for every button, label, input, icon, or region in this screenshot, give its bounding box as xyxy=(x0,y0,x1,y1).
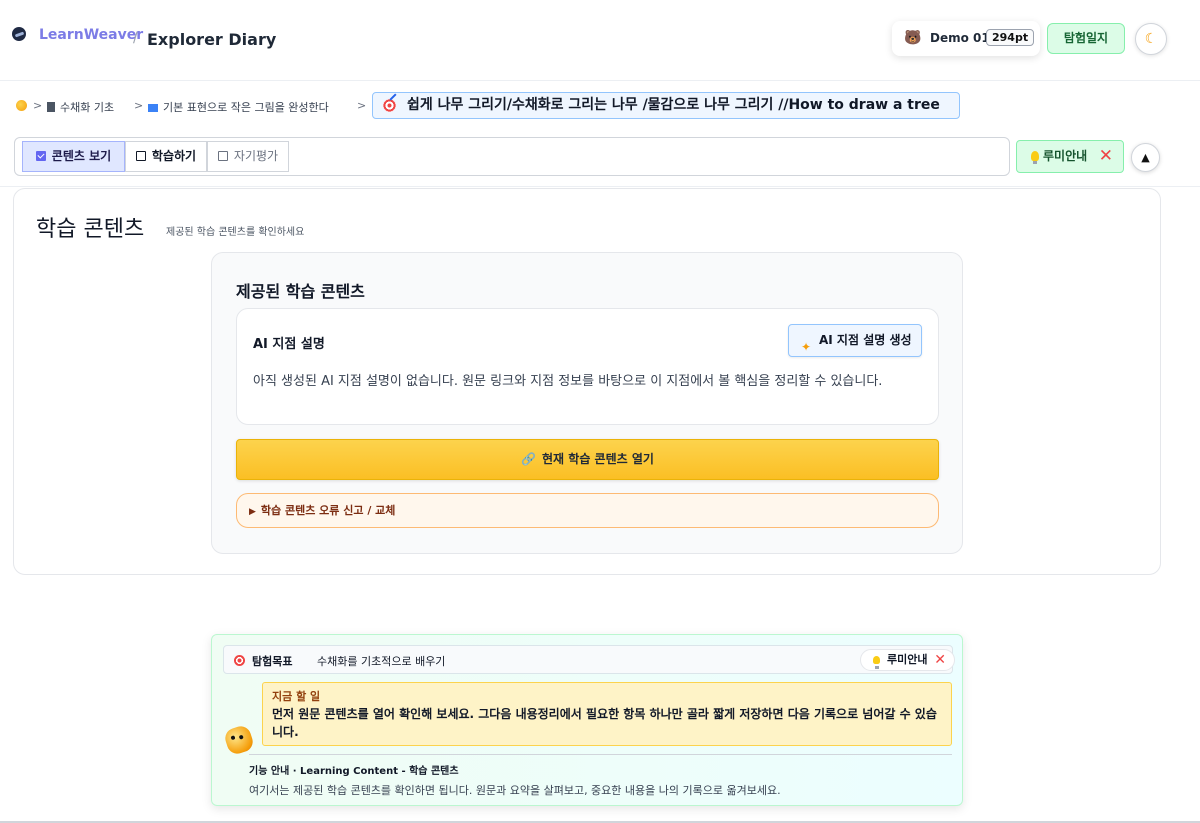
book-icon xyxy=(47,102,55,112)
todo-callout: 지금 할 일 먼저 원문 콘텐츠를 열어 확인해 보세요. 그다음 내용정리에서… xyxy=(262,682,952,746)
user-profile-pill[interactable]: 🐻 Demo 01 294pt xyxy=(892,21,1040,56)
learning-content-card: 학습 콘텐츠 제공된 학습 콘텐츠를 확인하세요 제공된 학습 콘텐츠 AI 지… xyxy=(13,188,1161,575)
report-content-toggle[interactable]: ▶ 학습 콘텐츠 오류 신고 / 교체 xyxy=(236,493,939,528)
header-separator: / xyxy=(133,30,138,46)
lumi-guide-button[interactable]: 루미안내 ✕ xyxy=(1016,140,1124,173)
theme-toggle-button[interactable]: ☾ xyxy=(1135,23,1167,55)
mode-tabs: 콘텐츠 보기 학습하기 자기평가 xyxy=(14,137,1010,176)
map-icon xyxy=(148,104,158,112)
ai-explanation-title: AI 지점 설명 xyxy=(253,337,325,352)
journal-button[interactable]: 탐험일지 xyxy=(1047,23,1125,54)
checkbox-icon xyxy=(135,151,146,161)
points-badge: 294pt xyxy=(986,29,1035,46)
breadcrumb-item[interactable]: 수채화 기초 xyxy=(47,99,114,115)
user-name: Demo 01 xyxy=(930,31,990,45)
exploration-goal-bar: 탐험목표 수채화를 기초적으로 배우기 루미안내 ✕ xyxy=(223,645,955,674)
mascot-icon xyxy=(222,723,256,757)
generate-ai-explanation-button[interactable]: ✦ AI 지점 설명 생성 xyxy=(788,324,922,357)
tab-learning[interactable]: 학습하기 xyxy=(125,141,207,172)
ai-explanation-panel: AI 지점 설명 ✦ AI 지점 설명 생성 아직 생성된 AI 지점 설명이 … xyxy=(236,308,939,425)
target-icon xyxy=(383,99,396,112)
close-icon[interactable]: ✕ xyxy=(934,650,946,670)
todo-text: 먼저 원문 콘텐츠를 열어 확인해 보세요. 그다음 내용정리에서 필요한 항목… xyxy=(272,707,937,739)
divider xyxy=(249,754,952,755)
tab-content-view[interactable]: 콘텐츠 보기 xyxy=(22,141,125,172)
checkbox-icon xyxy=(35,151,46,161)
ai-explanation-text: 아직 생성된 AI 지점 설명이 없습니다. 원문 링크와 지점 정보를 바탕으… xyxy=(253,374,883,389)
target-icon xyxy=(234,655,245,666)
lightbulb-icon xyxy=(873,656,880,669)
goal-text: 수채화를 기초적으로 배우기 xyxy=(317,655,446,668)
breadcrumb-separator: > xyxy=(33,99,43,112)
page-title: Explorer Diary xyxy=(147,30,277,49)
sparkle-icon: ✦ xyxy=(801,340,812,354)
divider xyxy=(0,186,1200,187)
close-icon[interactable]: ✕ xyxy=(1099,141,1113,172)
logo-icon xyxy=(12,27,26,41)
home-icon[interactable] xyxy=(16,100,27,111)
brand-name[interactable]: LearnWeaver xyxy=(39,27,143,43)
feature-guide-text: 여기서는 제공된 학습 콘텐츠를 확인하면 됩니다. 원문과 요약을 살펴보고,… xyxy=(249,784,781,797)
content-box-title: 제공된 학습 콘텐츠 xyxy=(236,282,365,301)
collapse-button[interactable]: ▲ xyxy=(1131,143,1160,172)
lumi-guide-panel: 탐험목표 수채화를 기초적으로 배우기 루미안내 ✕ 지금 할 일 먼저 원문 … xyxy=(211,634,963,806)
provided-content-box: 제공된 학습 콘텐츠 AI 지점 설명 ✦ AI 지점 설명 생성 아직 생성된… xyxy=(211,252,963,554)
feature-guide-label: 기능 안내 · Learning Content - 학습 콘텐츠 xyxy=(249,766,459,777)
lumi-guide-chip[interactable]: 루미안내 ✕ xyxy=(860,649,955,671)
breadcrumb-trail: > 수채화 기초 > 기본 표현으로 작은 그림을 완성한다 > xyxy=(12,93,372,119)
open-content-button[interactable]: 🔗 현재 학습 콘텐츠 열기 xyxy=(236,439,939,480)
checkbox-icon xyxy=(217,151,228,161)
moon-icon: ☾ xyxy=(1144,31,1158,47)
section-subtitle: 제공된 학습 콘텐츠를 확인하세요 xyxy=(166,227,305,238)
section-title: 학습 콘텐츠 xyxy=(36,217,145,242)
breadcrumb-separator: > xyxy=(134,99,144,112)
tab-self-assessment[interactable]: 자기평가 xyxy=(207,141,289,172)
todo-label: 지금 할 일 xyxy=(272,690,321,703)
expand-triangle-icon: ▶ xyxy=(249,507,256,517)
app-header: LearnWeaver / Explorer Diary 🐻 Demo 01 2… xyxy=(0,0,1200,81)
breadcrumb-item[interactable]: 기본 표현으로 작은 그림을 완성한다 xyxy=(148,99,329,115)
lightbulb-icon xyxy=(1031,151,1039,164)
breadcrumb-separator: > xyxy=(357,99,367,112)
avatar-icon: 🐻 xyxy=(904,30,922,46)
breadcrumb-current[interactable]: 쉽게 나무 그리기/수채화로 그리는 나무 /물감으로 나무 그리기 //How… xyxy=(372,92,960,119)
link-icon: 🔗 xyxy=(521,452,537,466)
goal-label: 탐험목표 xyxy=(252,655,293,668)
